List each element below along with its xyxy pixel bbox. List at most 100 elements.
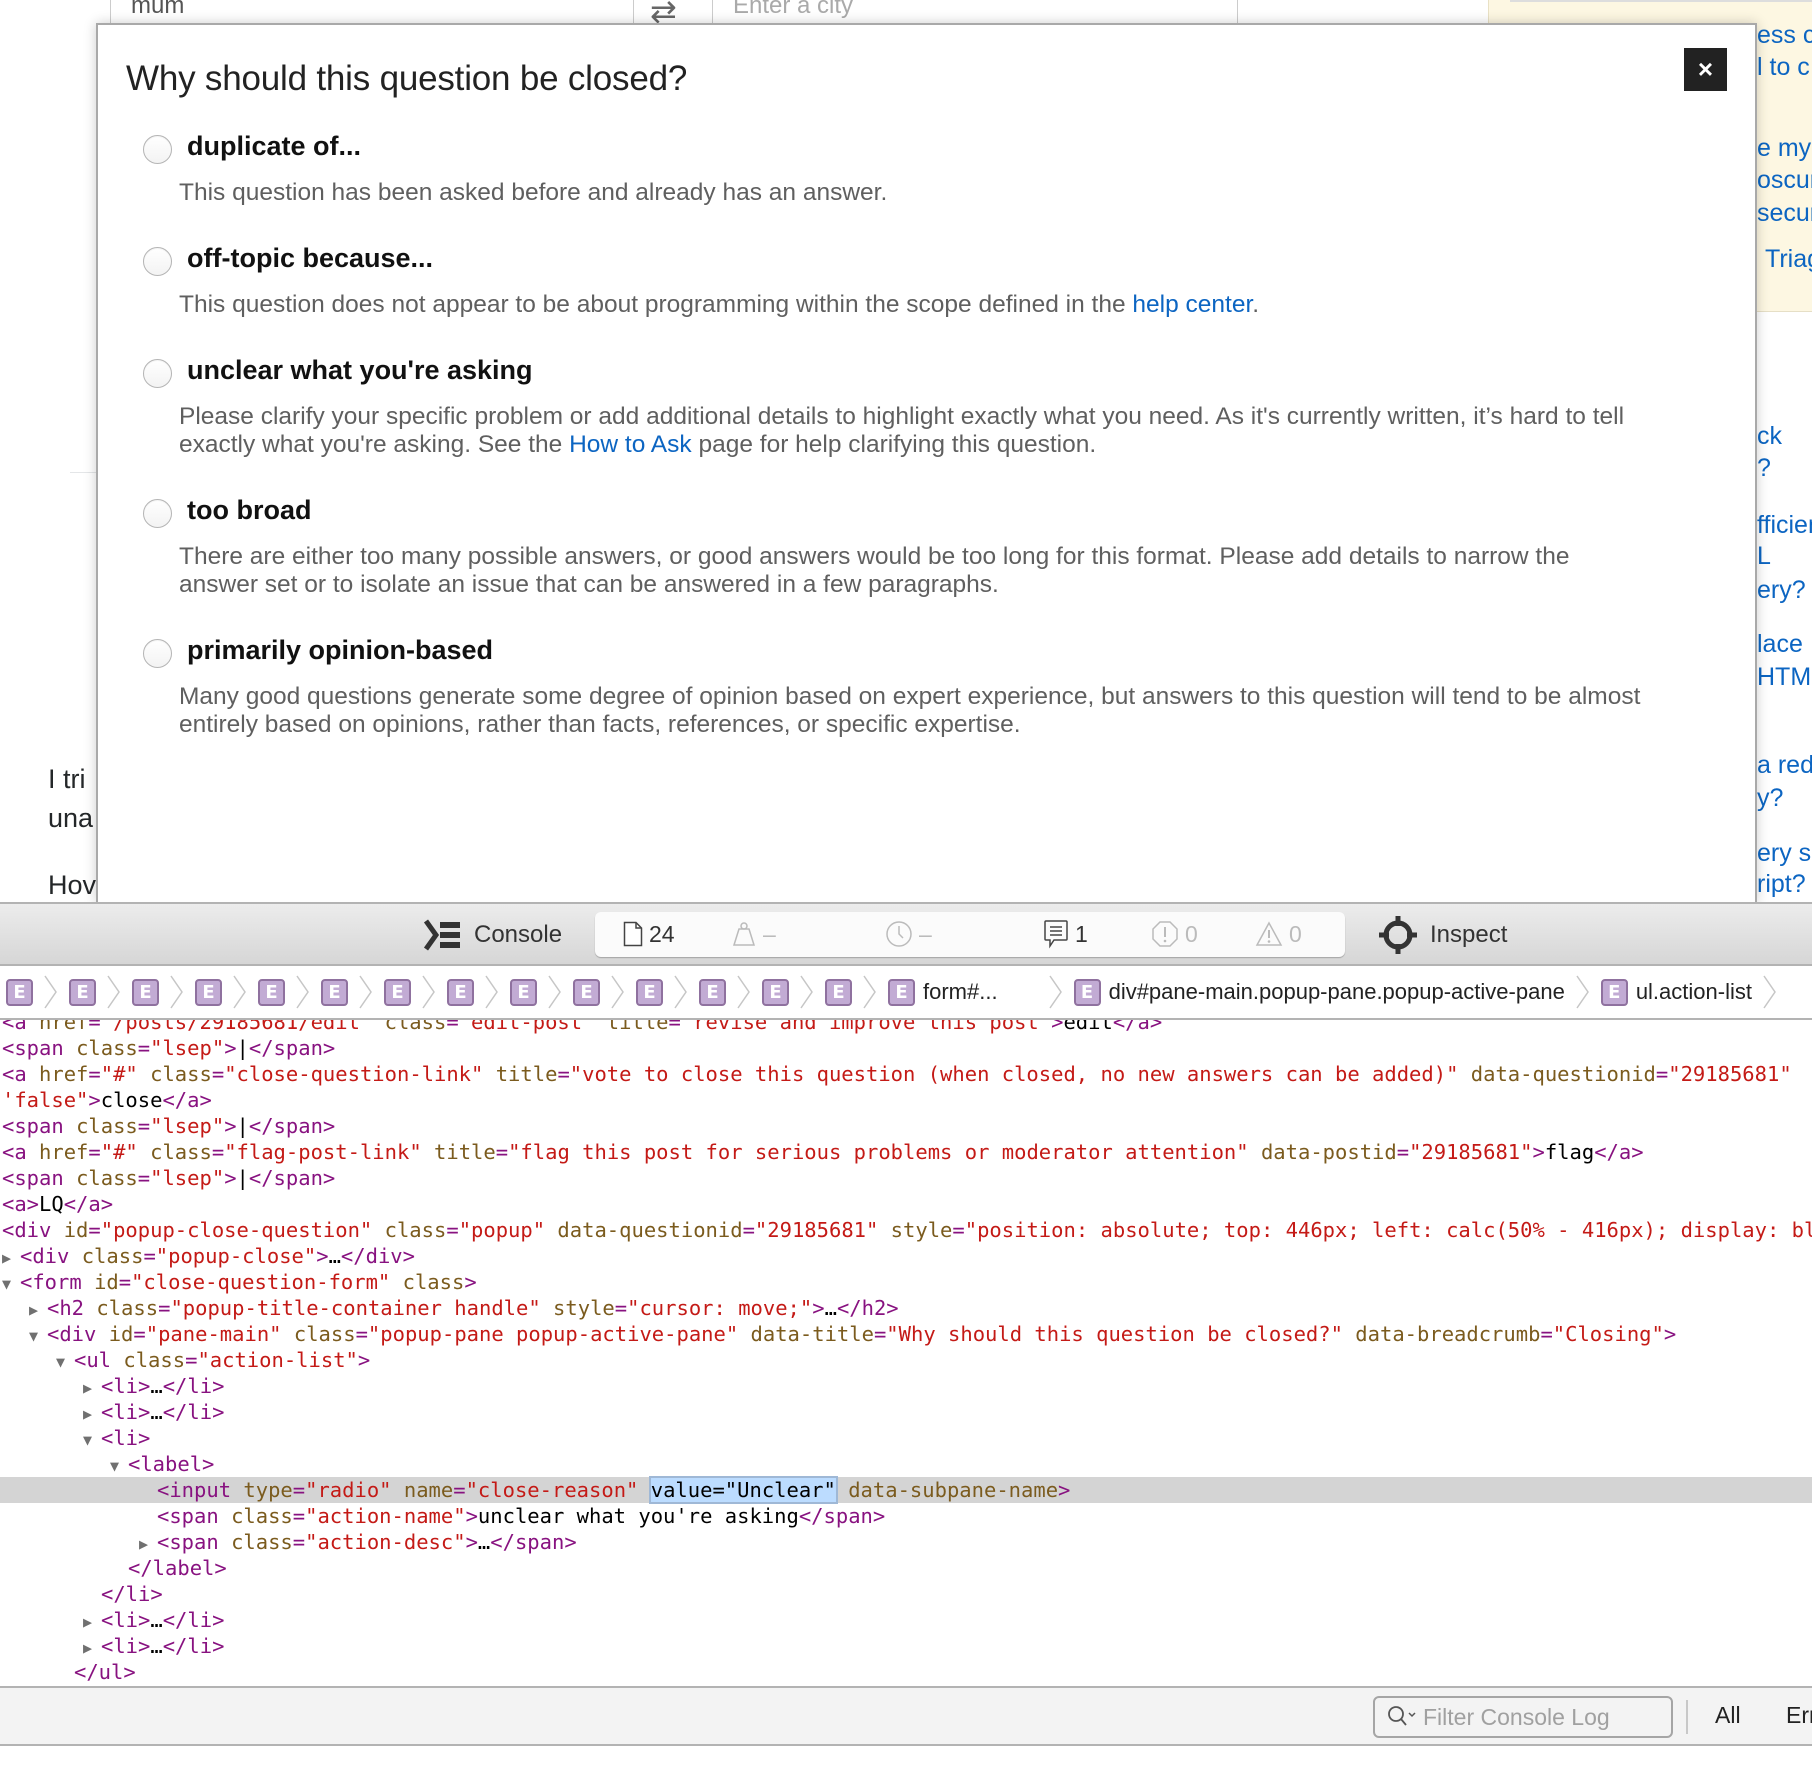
radio-duplicate[interactable] <box>143 135 172 164</box>
dom-node[interactable]: ▶ <li>…</li> <box>0 1633 1812 1659</box>
dom-node[interactable]: <div id="popup-close-question" class="po… <box>0 1217 1812 1243</box>
dom-node[interactable]: </ul> <box>0 1659 1812 1685</box>
expand-triangle-icon[interactable]: ▶ <box>83 1401 101 1427</box>
dom-node[interactable]: ▼ <label> <box>0 1451 1812 1477</box>
sidebar-link[interactable]: ery s <box>1757 838 1811 868</box>
to-city-input[interactable]: Enter a city <box>712 0 1238 24</box>
sidebar-link[interactable]: Triag <box>1765 244 1812 274</box>
from-city-input[interactable]: mum <box>110 0 634 24</box>
dom-node[interactable]: <span class="action-name">unclear what y… <box>0 1503 1812 1529</box>
dom-node-selected[interactable]: <input type="radio" name="close-reason" … <box>0 1476 1812 1504</box>
sidebar-link[interactable]: ? <box>1757 453 1771 483</box>
dom-node[interactable]: ▼ <li> <box>0 1425 1812 1451</box>
dom-node[interactable]: ▶ <div class="popup-close">…</div> <box>0 1243 1812 1269</box>
breadcrumb-item[interactable]: E <box>699 978 726 1006</box>
logs-count[interactable]: 1 <box>1043 919 1088 949</box>
dom-node[interactable]: <a href="#" class="close-question-link" … <box>0 1061 1812 1087</box>
sidebar-link[interactable]: a red <box>1757 750 1812 780</box>
option-name: off-topic because... <box>187 243 434 273</box>
radio-unclear[interactable] <box>143 359 172 388</box>
radio-opinion-based[interactable] <box>143 639 172 668</box>
sidebar-link[interactable]: ript? <box>1757 869 1806 899</box>
dom-node[interactable]: ▶ <li>…</li> <box>0 1399 1812 1425</box>
sidebar-link[interactable]: fficien <box>1757 510 1812 540</box>
sidebar-link[interactable]: l to c <box>1757 52 1810 82</box>
sidebar-link[interactable]: y? <box>1757 783 1783 813</box>
expand-triangle-icon[interactable]: ▶ <box>83 1635 101 1661</box>
sidebar-link[interactable]: ery? <box>1757 575 1806 605</box>
resources-count[interactable]: 24 <box>623 919 675 949</box>
how-to-ask-link[interactable]: How to Ask <box>569 431 692 458</box>
scope-errors-button[interactable]: Errors <box>1786 1702 1812 1729</box>
breadcrumb-item[interactable]: Eul.action-list <box>1600 978 1752 1006</box>
sidebar-link[interactable]: HTM <box>1757 662 1811 692</box>
breadcrumb-item[interactable]: E <box>510 978 537 1006</box>
filter-console-input[interactable] <box>1423 1703 1653 1731</box>
breadcrumb-item[interactable]: E <box>384 978 411 1006</box>
sidebar-link[interactable]: e my <box>1757 133 1811 163</box>
sidebar-link[interactable]: secur <box>1757 198 1812 228</box>
dashboard[interactable]: 24 – – 1 0 0 <box>595 912 1345 957</box>
dom-node[interactable]: ▶ <span class="action-desc">…</span> <box>0 1529 1812 1555</box>
filter-console-field[interactable] <box>1373 1696 1673 1738</box>
breadcrumb-item[interactable]: E <box>636 978 663 1006</box>
editing-attribute[interactable]: value="Unclear" <box>648 1476 838 1504</box>
scope-all-button[interactable]: All <box>1715 1702 1741 1729</box>
breadcrumb-item[interactable]: Ediv#pane-main.popup-pane.popup-active-p… <box>1073 978 1565 1006</box>
breadcrumb-item[interactable]: E <box>825 978 852 1006</box>
errors-count[interactable]: 0 <box>1151 919 1198 949</box>
breadcrumb-item[interactable]: E <box>762 978 789 1006</box>
expand-triangle-icon[interactable]: ▶ <box>29 1297 47 1323</box>
sidebar-link[interactable]: oscur <box>1757 165 1812 195</box>
breadcrumb-item[interactable]: E <box>321 978 348 1006</box>
breadcrumb-item[interactable]: E <box>258 978 285 1006</box>
chevron-right-icon <box>737 975 750 1009</box>
collapse-triangle-icon[interactable]: ▼ <box>110 1453 128 1479</box>
collapse-triangle-icon[interactable]: ▼ <box>56 1349 74 1375</box>
dom-node[interactable]: ▶ <h2 class="popup-title-container handle… <box>0 1295 1812 1321</box>
expand-triangle-icon[interactable]: ▶ <box>139 1531 157 1557</box>
collapse-triangle-icon[interactable]: ▼ <box>29 1323 47 1349</box>
inspect-button[interactable]: Inspect <box>1378 915 1507 955</box>
breadcrumb-item[interactable]: E <box>573 978 600 1006</box>
dom-node[interactable]: <a href="/posts/29185681/edit" class="ed… <box>0 1020 1812 1035</box>
sidebar-link[interactable]: ess c <box>1757 20 1812 50</box>
breadcrumb-item[interactable]: E <box>6 978 33 1006</box>
dom-node[interactable]: </label> <box>0 1555 1812 1581</box>
collapse-triangle-icon[interactable]: ▼ <box>2 1271 20 1297</box>
dom-node[interactable]: ▼ <div id="pane-main" class="popup-pane p… <box>0 1321 1812 1347</box>
resource-size[interactable]: – <box>731 919 776 949</box>
sidebar-link[interactable]: L <box>1757 541 1771 571</box>
dom-node[interactable]: <span class="lsep">|</span> <box>0 1113 1812 1139</box>
dom-node[interactable]: <span class="lsep">|</span> <box>0 1165 1812 1191</box>
dom-node[interactable]: ▶ <li>…</li> <box>0 1607 1812 1633</box>
collapse-triangle-icon[interactable]: ▼ <box>83 1427 101 1453</box>
expand-triangle-icon[interactable]: ▶ <box>83 1375 101 1401</box>
breadcrumb-item[interactable]: Eform#... <box>888 978 998 1006</box>
dom-node[interactable]: 'false">close</a> <box>0 1087 1812 1113</box>
sidebar-link[interactable]: ck <box>1757 421 1782 451</box>
breadcrumb-item[interactable]: E <box>447 978 474 1006</box>
dom-node[interactable]: <a>LQ</a> <box>0 1191 1812 1217</box>
dom-tree[interactable]: <a href="/posts/29185681/edit" class="ed… <box>0 1020 1812 1688</box>
warnings-count[interactable]: 0 <box>1255 919 1302 949</box>
console-tab[interactable]: Console <box>424 917 562 953</box>
dom-node[interactable]: ▼ <form id="close-question-form" class> <box>0 1269 1812 1295</box>
breadcrumb-item[interactable]: E <box>195 978 222 1006</box>
help-center-link[interactable]: help center <box>1132 291 1252 318</box>
dom-node[interactable]: ▼ <ul class="action-list"> <box>0 1347 1812 1373</box>
radio-off-topic[interactable] <box>143 247 172 276</box>
dom-node[interactable]: </li> <box>0 1581 1812 1607</box>
expand-triangle-icon[interactable]: ▶ <box>83 1609 101 1635</box>
load-time[interactable]: – <box>885 919 932 949</box>
radio-too-broad[interactable] <box>143 499 172 528</box>
breadcrumb-item[interactable]: E <box>69 978 96 1006</box>
dom-node[interactable]: <span class="lsep">|</span> <box>0 1035 1812 1061</box>
breadcrumb-item[interactable]: E <box>132 978 159 1006</box>
sidebar-link[interactable]: lace <box>1757 629 1803 659</box>
close-dialog-button[interactable]: × <box>1684 48 1727 91</box>
expand-triangle-icon[interactable]: ▶ <box>2 1245 20 1271</box>
dom-node[interactable]: ▶ <li>…</li> <box>0 1373 1812 1399</box>
code-token: "Closing" <box>1552 1322 1664 1346</box>
dom-node[interactable]: <a href="#" class="flag-post-link" title… <box>0 1139 1812 1165</box>
